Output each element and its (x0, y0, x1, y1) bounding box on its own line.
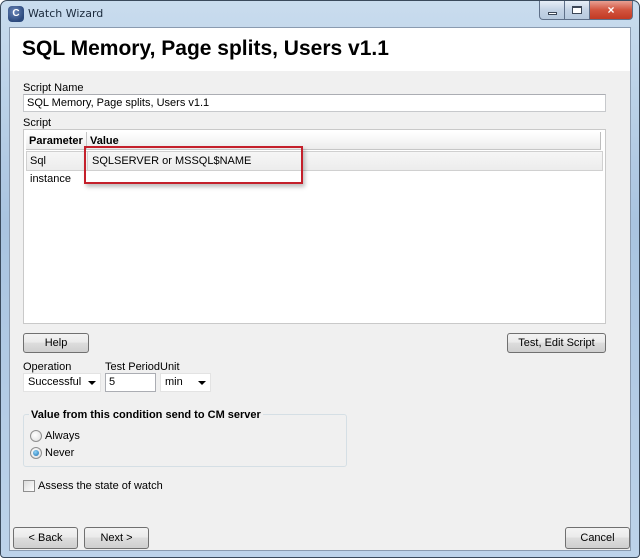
minimize-button[interactable] (539, 1, 565, 20)
radio-always-label[interactable]: Always (45, 430, 80, 442)
operation-selected-value: Successful (28, 376, 82, 388)
title-bar[interactable]: C Watch Wizard × (1, 1, 639, 27)
column-header-parameter[interactable]: Parameter (26, 132, 87, 150)
value-cell[interactable]: SQLSERVER or MSSQL$NAME (88, 152, 602, 170)
script-label: Script (23, 117, 52, 129)
parameter-cell: Sql instance (27, 152, 88, 185)
grid-header: Parameter Value (26, 132, 601, 150)
test-edit-script-button[interactable]: Test, Edit Script (507, 333, 606, 353)
script-parameter-grid[interactable]: Parameter Value Sql instance SQLSERVER o… (23, 129, 606, 324)
page-title: SQL Memory, Page splits, Users v1.1 (22, 37, 389, 60)
operation-label: Operation (23, 361, 72, 373)
test-period-label: Test Period (105, 361, 161, 373)
maximize-button[interactable] (565, 1, 590, 20)
header-band: SQL Memory, Page splits, Users v1.1 (10, 28, 630, 71)
test-period-input[interactable]: 5 (105, 373, 156, 392)
assess-state-checkbox[interactable] (23, 480, 35, 492)
chevron-down-icon (198, 381, 206, 385)
watch-wizard-window: C Watch Wizard × SQL Memory, Page splits… (0, 0, 640, 558)
assess-state-label[interactable]: Assess the state of watch (38, 480, 163, 492)
send-group-title: Value from this condition send to CM ser… (29, 409, 263, 421)
script-name-label: Script Name (23, 82, 84, 94)
minimize-icon (547, 11, 557, 15)
chevron-down-icon (88, 381, 96, 385)
column-header-value[interactable]: Value (87, 132, 600, 150)
unit-select[interactable]: min (160, 373, 211, 392)
close-icon: × (607, 3, 615, 17)
operation-select[interactable]: Successful (23, 373, 101, 392)
radio-never-label[interactable]: Never (45, 447, 74, 459)
wizard-client-area: SQL Memory, Page splits, Users v1.1 Scri… (9, 27, 631, 551)
window-title: Watch Wizard (28, 7, 104, 20)
next-button[interactable]: Next > (84, 527, 149, 549)
script-name-input[interactable]: SQL Memory, Page splits, Users v1.1 (23, 94, 606, 112)
radio-always[interactable] (30, 430, 42, 442)
unit-label: Unit (160, 361, 180, 373)
back-button[interactable]: < Back (13, 527, 78, 549)
maximize-icon (572, 6, 582, 14)
unit-selected-value: min (165, 376, 183, 388)
close-button[interactable]: × (590, 1, 633, 20)
cancel-button[interactable]: Cancel (565, 527, 630, 549)
window-controls: × (539, 1, 633, 20)
table-row[interactable]: Sql instance SQLSERVER or MSSQL$NAME (26, 151, 603, 185)
help-button[interactable]: Help (23, 333, 89, 353)
app-icon: C (8, 6, 24, 22)
radio-never[interactable] (30, 447, 42, 459)
